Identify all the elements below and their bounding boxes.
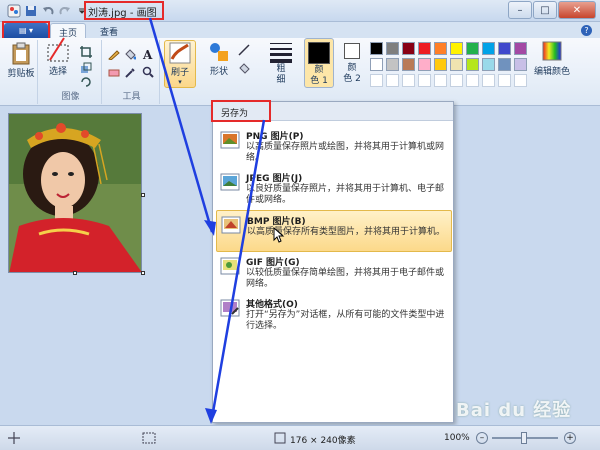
cursor-position-icon <box>8 432 20 444</box>
zoom-slider-thumb[interactable] <box>521 432 527 444</box>
zoom-level: 100% <box>444 433 470 443</box>
annotation-overlay <box>49 17 266 424</box>
status-bar: 176 × 240像素 100% – + <box>0 425 600 450</box>
blue-arrow-head-2 <box>205 408 217 424</box>
blue-arrow-down <box>210 119 266 419</box>
red-annotation-stroke <box>49 37 65 61</box>
image-dimensions: 176 × 240像素 <box>290 436 356 446</box>
zoom-in-button[interactable]: + <box>564 432 576 444</box>
selection-size-icon <box>142 432 156 444</box>
blue-arrow-head-1 <box>204 220 216 236</box>
baidu-watermark: Bai du 经验 <box>456 400 572 421</box>
image-size-icon <box>274 432 286 444</box>
zoom-out-button[interactable]: – <box>476 432 488 444</box>
blue-arrow-to-bmp <box>148 17 214 233</box>
